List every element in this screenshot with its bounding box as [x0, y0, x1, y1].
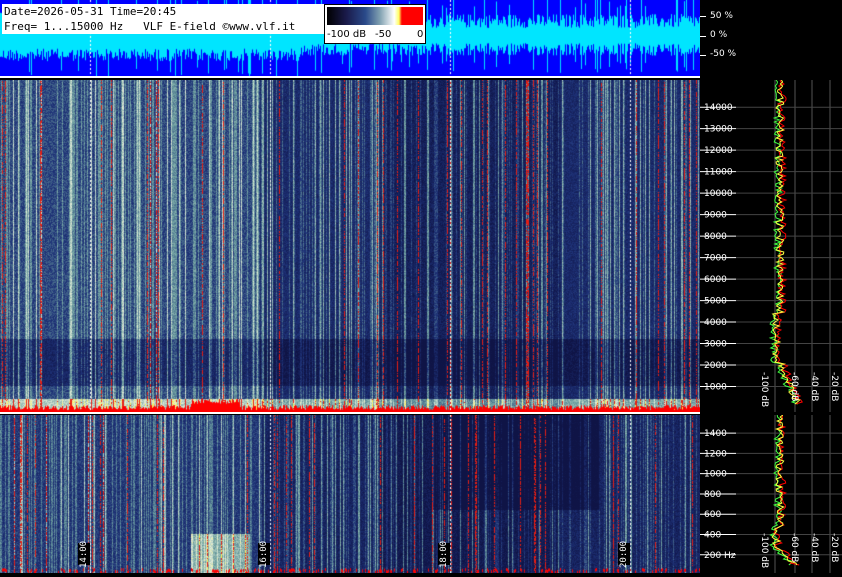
color-scale-max-label: 0 — [417, 29, 424, 40]
freq-top-label: 12000 — [704, 146, 733, 156]
spectrogram-low-band — [0, 415, 700, 573]
amplitude-tick — [700, 55, 706, 56]
freq-top-label: 7000 — [704, 254, 727, 264]
separator-line — [0, 76, 700, 78]
freq-top-label: 4000 — [704, 318, 727, 328]
freq-bottom-db-label: -40 dB — [809, 533, 819, 562]
spectrum-profile-bottom: 1400 1200 1000 800 600 400 200 Hz -100 dB -60 dB… — [700, 414, 842, 573]
freq-bottom-label: 1000 — [704, 470, 727, 480]
freq-top-label: 13000 — [704, 125, 733, 135]
freq-top-db-label: -60 dB — [789, 372, 799, 401]
freq-bottom-label: 800 — [704, 490, 721, 500]
amplitude-label-50: 50 % — [710, 11, 733, 21]
freq-top-label: 3000 — [704, 340, 727, 350]
freq-top-db-label: -100 dB — [759, 372, 769, 407]
waveform-strip: Date=2026-05-31 Time=20:45 Freq= 1...150… — [0, 0, 700, 76]
freq-top-label: 8000 — [704, 232, 727, 242]
freq-top-db-label: -40 dB — [809, 372, 819, 401]
time-label-1800: 18:00 — [438, 540, 450, 568]
freq-top-label: 6000 — [704, 275, 727, 285]
freq-bottom-label: 400 — [704, 531, 721, 541]
freq-top-label: 14000 — [704, 103, 733, 113]
freq-top-db-label: -20 dB — [829, 372, 839, 401]
freq-bottom-db-label: -60 dB — [789, 533, 799, 562]
freq-bottom-label: 600 — [704, 510, 721, 520]
freq-bottom-label: 1200 — [704, 449, 727, 459]
info-box: Date=2026-05-31 Time=20:45 Freq= 1...150… — [2, 4, 326, 34]
color-scale-mid-label: -50 — [375, 29, 392, 40]
freq-top-label: 1000 — [704, 383, 727, 393]
amplitude-label-0: 0 % — [710, 30, 728, 40]
frequency-axis-panel-top: 14000 13000 12000 11000 10000 9000 8000 7000 600… — [700, 79, 842, 412]
freq-bottom-label: 200 Hz — [704, 551, 736, 561]
time-label-1400: 14:00 — [78, 540, 90, 568]
amplitude-tick — [700, 16, 706, 17]
amplitude-tick — [700, 36, 706, 37]
time-label-1600: 16:00 — [258, 540, 270, 568]
freq-top-label: 11000 — [704, 168, 733, 178]
amplitude-axis: 50 % 0 % -50 % — [700, 0, 842, 76]
freq-bottom-label: 1400 — [704, 429, 727, 439]
freq-bottom-db-label: -100 dB — [759, 533, 769, 568]
spectrogram-full-band — [0, 80, 700, 412]
spectrum-profile-top: 14000 13000 12000 11000 10000 9000 8000 7000 600… — [700, 79, 842, 412]
separator-line — [0, 412, 700, 414]
freq-top-label: 5000 — [704, 297, 727, 307]
amplitude-label-minus-50: -50 % — [710, 49, 737, 59]
color-scale-min-label: -100 dB — [327, 29, 367, 40]
color-scale-legend: -100 dB -50 0 — [324, 4, 426, 44]
color-scale-gradient — [327, 7, 423, 25]
freq-bottom-db-label: -20 dB — [829, 533, 839, 562]
freq-top-label: 10000 — [704, 189, 733, 199]
freq-top-label: 2000 — [704, 361, 727, 371]
date-time-text: Date=2026-05-31 Time=20:45 — [4, 5, 177, 18]
freq-top-label: 9000 — [704, 211, 727, 221]
frequency-axis-panel-bottom: 1400 1200 1000 800 600 400 200 Hz -100 dB -60 dB… — [700, 414, 842, 573]
frequency-range-text: Freq= 1...15000 Hz VLF E-field ©www.vlf.… — [4, 20, 296, 33]
time-label-2000: 20:00 — [618, 540, 630, 568]
